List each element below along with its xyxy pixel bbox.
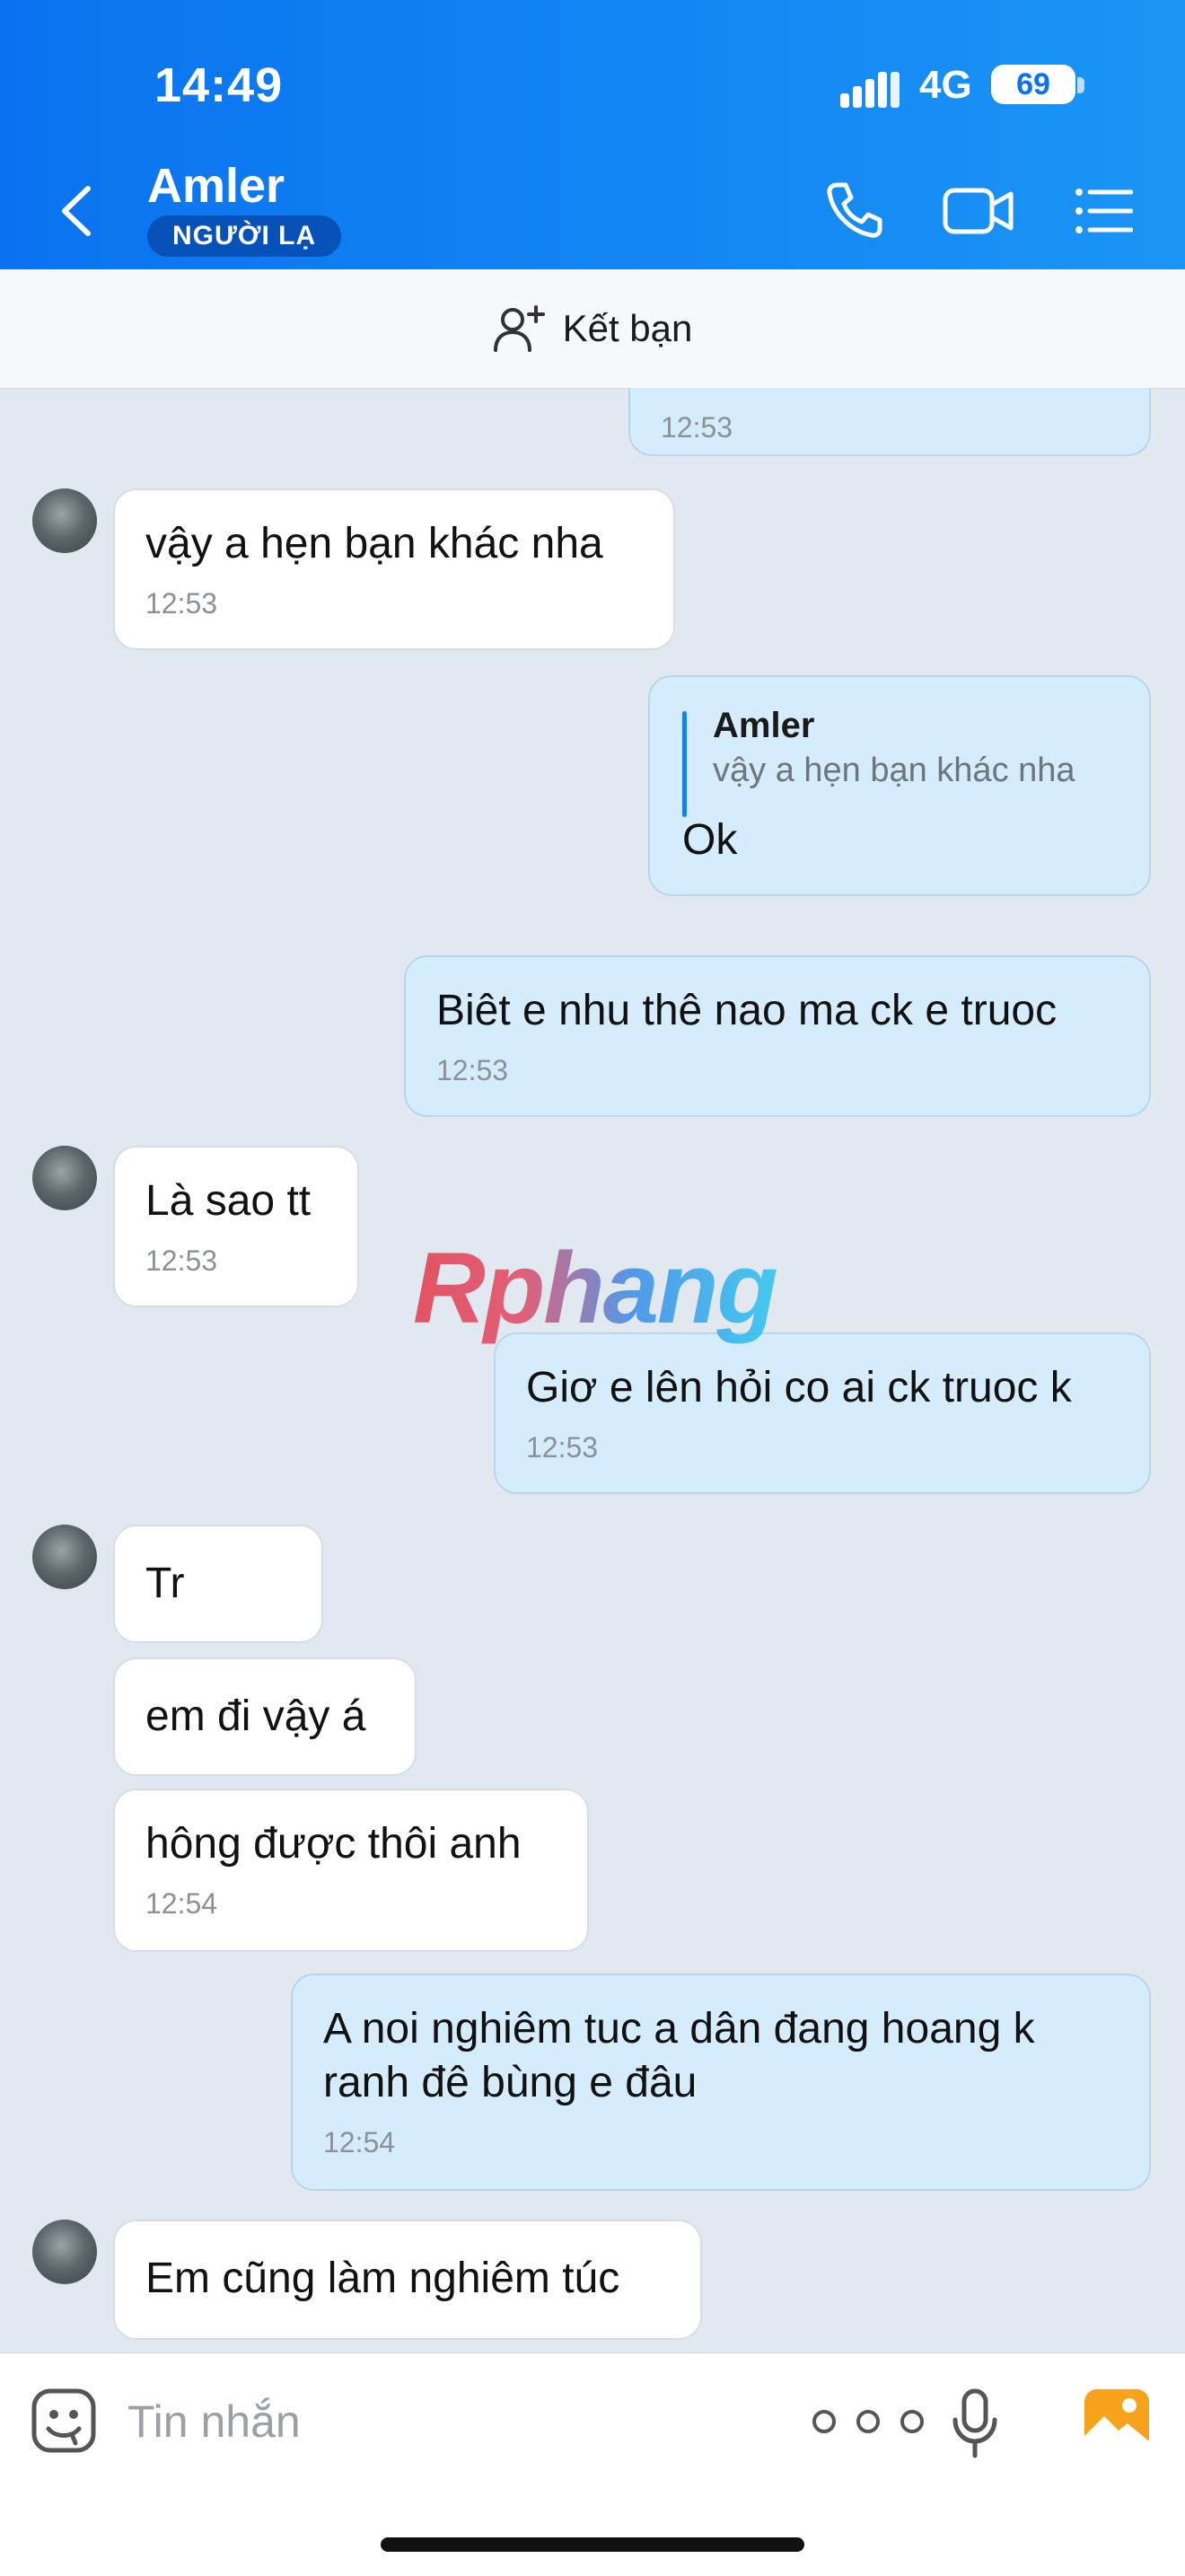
message-bubble-incoming[interactable]: Tr: [113, 1525, 323, 1643]
message-bubble-outgoing[interactable]: A noi nghiêm tuc a dân đang hoang k ranh…: [291, 1974, 1151, 2191]
message-time: 12:53: [145, 1244, 218, 1277]
battery-tip: [1077, 77, 1084, 93]
avatar[interactable]: [32, 1146, 97, 1210]
contact-name[interactable]: Amler: [147, 158, 285, 214]
message-time: 12:54: [323, 2126, 396, 2158]
message-text: Em cũng làm nghiêm túc: [145, 2255, 620, 2302]
message-time: 12:53: [526, 1431, 599, 1464]
stranger-badge: NGƯỜI LẠ: [147, 215, 342, 257]
message-input[interactable]: [126, 2387, 776, 2456]
message-bubble-incoming[interactable]: Em cũng làm nghiêm túc: [113, 2220, 702, 2340]
chat-header: 14:49 4G 69 Amler NGƯỜI LẠ: [0, 0, 1185, 269]
message-bubble-incoming[interactable]: em đi vậy á: [113, 1657, 417, 1776]
quote-bar: [682, 711, 687, 817]
signal-icon: [840, 72, 900, 108]
avatar[interactable]: [32, 1525, 97, 1589]
list-menu-icon[interactable]: [1074, 183, 1133, 239]
message-bubble-outgoing[interactable]: Amler vậy a hẹn bạn khác nha Ok: [648, 675, 1151, 896]
message-text: Là sao tt: [145, 1177, 312, 1225]
message-text: vậy a hẹn bạn khác nha: [145, 520, 603, 567]
message-bubble-incoming[interactable]: Là sao tt 12:53: [113, 1146, 359, 1307]
avatar[interactable]: [32, 488, 97, 553]
network-type: 4G: [919, 63, 972, 107]
message-text: Tr: [145, 1560, 185, 1607]
home-indicator: [381, 2537, 804, 2552]
watermark: Rphang: [413, 1232, 778, 1344]
microphone-icon[interactable]: [950, 2387, 1000, 2459]
message-time: 12:53: [145, 587, 218, 620]
quote-author: Amler: [713, 706, 815, 745]
message-time: 12:53: [436, 1054, 509, 1086]
message-text: Ok: [682, 816, 738, 864]
message-list[interactable]: 12:53 vậy a hẹn bạn khác nha 12:53 Amler…: [0, 388, 1185, 2352]
message-text: hông được thôi anh: [145, 1820, 522, 1868]
phone-icon[interactable]: [824, 180, 885, 241]
quote-text: vậy a hẹn bạn khác nha: [713, 752, 1075, 789]
add-friend-label: Kết bạn: [562, 307, 693, 349]
message-time: 12:54: [145, 1887, 218, 1920]
message-time: 12:53: [661, 411, 733, 444]
message-bubble-incoming[interactable]: hông được thôi anh 12:54: [113, 1789, 589, 1952]
status-time: 14:49: [154, 58, 284, 112]
message-bubble-outgoing[interactable]: Biêt e nhu thê nao ma ck e truoc 12:53: [404, 955, 1151, 1117]
add-user-icon: [493, 305, 545, 352]
message-bubble-outgoing[interactable]: Giơ e lên hỏi co ai ck truoc k 12:53: [494, 1332, 1151, 1494]
avatar[interactable]: [32, 2220, 97, 2284]
image-icon[interactable]: [1083, 2387, 1151, 2452]
message-bubble-outgoing[interactable]: 12:53: [628, 388, 1151, 456]
message-bubble-incoming[interactable]: vậy a hẹn bạn khác nha 12:53: [113, 488, 675, 650]
add-friend-bar[interactable]: Kết bạn: [0, 269, 1185, 389]
battery-indicator: 69: [991, 65, 1075, 104]
message-text: em đi vậy á: [145, 1692, 366, 1740]
message-text: A noi nghiêm tuc a dân đang hoang k ranh…: [323, 2005, 1035, 2106]
more-dots-icon[interactable]: [806, 2407, 930, 2436]
message-text: Biêt e nhu thê nao ma ck e truoc: [436, 987, 1058, 1034]
sticker-icon[interactable]: [31, 2387, 97, 2454]
message-text: Giơ e lên hỏi co ai ck truoc k: [526, 1364, 1072, 1411]
video-icon[interactable]: [943, 183, 1014, 239]
back-button[interactable]: [50, 180, 104, 242]
